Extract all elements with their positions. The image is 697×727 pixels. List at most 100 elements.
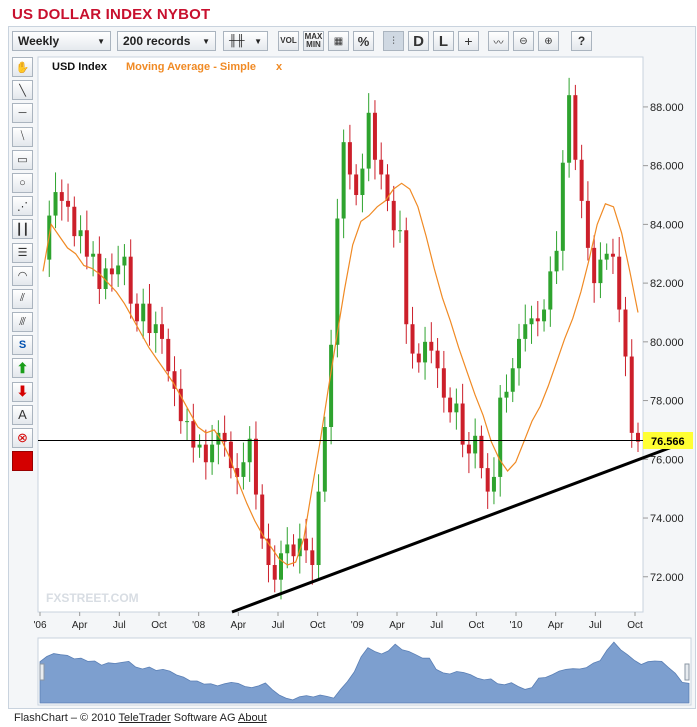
candle-body [360, 168, 365, 196]
y-tick-label: 88.000 [650, 102, 684, 114]
about-link[interactable]: About [238, 712, 267, 724]
candle-body [322, 427, 327, 492]
candle-body [410, 324, 415, 354]
candle-body [416, 353, 421, 363]
candle-body [109, 268, 114, 275]
candle-body [454, 403, 459, 413]
candle-body [191, 421, 196, 448]
candle-body [285, 544, 290, 554]
candle-body [548, 271, 553, 310]
x-tick-label: Apr [548, 620, 564, 631]
candle-body [379, 159, 384, 175]
x-tick-label: '09 [351, 620, 364, 631]
candle-body [347, 142, 352, 175]
price-chart[interactable]: 88.000 86.000 84.000 82.000 80.000 78.000 76.0… [0, 0, 697, 727]
candle-body [341, 142, 346, 219]
candle-body [66, 200, 71, 207]
candle-body [272, 565, 277, 580]
candle-body [279, 553, 283, 580]
x-tick-label: Oct [151, 620, 167, 631]
candle-body [116, 265, 121, 275]
x-tick-label: '10 [509, 620, 522, 631]
candle-body [91, 253, 96, 257]
candle-body [579, 159, 584, 201]
y-tick-label: 84.000 [650, 219, 684, 231]
last-price-tag: 76.566 [651, 436, 685, 448]
candle-body [304, 538, 309, 551]
x-tick-label: Jul [589, 620, 602, 631]
x-tick-label: Jul [113, 620, 126, 631]
candle-body [316, 491, 321, 566]
candle-body [203, 444, 208, 463]
candle-body [253, 438, 258, 495]
candle-body [291, 544, 296, 557]
footer: FlashChart – © 2010 TeleTrader Software … [14, 712, 267, 724]
x-tick-label: Apr [389, 620, 405, 631]
candle-body [485, 468, 490, 492]
plot-area [37, 56, 644, 613]
x-tick-label: '06 [33, 620, 46, 631]
candle-body [535, 318, 540, 322]
candle-body [460, 403, 465, 445]
teletrader-link[interactable]: TeleTrader [119, 712, 171, 724]
candle-body [542, 309, 547, 322]
candle-body [398, 230, 402, 232]
candle-body [404, 230, 409, 325]
x-tick-label: '08 [192, 620, 205, 631]
overview-left-handle[interactable] [39, 663, 45, 681]
candle-body [592, 247, 597, 284]
candle-body [391, 200, 396, 231]
candle-body [429, 341, 434, 351]
candle-body [329, 344, 334, 427]
y-tick-label: 78.000 [650, 396, 684, 408]
y-tick-label: 82.000 [650, 278, 684, 290]
y-tick-label: 72.000 [650, 572, 684, 584]
x-tick-label: Jul [272, 620, 285, 631]
candle-body [59, 192, 64, 201]
candle-body [153, 324, 158, 334]
candle-body [241, 462, 246, 477]
candle-body [466, 444, 471, 454]
candle-body [441, 368, 446, 398]
candle-body [247, 438, 252, 463]
candle-body [128, 256, 133, 304]
candle-body [604, 253, 609, 260]
candle-body [166, 338, 171, 372]
candle-body [141, 303, 146, 322]
y-axis: 88.000 86.000 84.000 82.000 80.000 78.000 76.0… [643, 102, 684, 584]
candle-body [473, 435, 478, 454]
candle-body [517, 338, 521, 369]
candle-body [491, 476, 496, 492]
candle-body [197, 444, 202, 448]
x-tick-label: Oct [627, 620, 643, 631]
candle-body [147, 303, 152, 334]
candle-body [629, 356, 634, 433]
candle-body [610, 253, 615, 257]
footer-prefix: FlashChart – © 2010 [14, 712, 116, 724]
x-tick-label: Oct [469, 620, 485, 631]
overview-right-handle[interactable] [684, 663, 690, 681]
candle-body [567, 95, 572, 163]
candle-body [598, 259, 603, 284]
candle-body [617, 256, 622, 310]
candle-body [78, 230, 83, 237]
legend-remove-icon[interactable]: x [276, 61, 283, 73]
candle-body [623, 309, 628, 357]
y-tick-label: 80.000 [650, 337, 684, 349]
y-tick-label: 74.000 [650, 513, 684, 525]
candle-body [72, 206, 77, 237]
candle-body [560, 162, 565, 251]
candle-body [423, 341, 428, 363]
candle-body [160, 324, 164, 339]
x-tick-label: Jul [430, 620, 443, 631]
candle-body [53, 192, 58, 216]
candle-body [554, 250, 559, 272]
candle-body [134, 303, 139, 322]
candle-body [310, 550, 315, 566]
candle-body [185, 421, 190, 423]
candle-body [122, 256, 127, 266]
candle-body [523, 324, 528, 339]
x-tick-label: Apr [72, 620, 88, 631]
footer-middle: Software AG [173, 712, 236, 724]
x-axis: '06 Apr Jul Oct '08 Apr Jul Oct '09 Apr Jul Oct '10 A… [33, 612, 643, 631]
